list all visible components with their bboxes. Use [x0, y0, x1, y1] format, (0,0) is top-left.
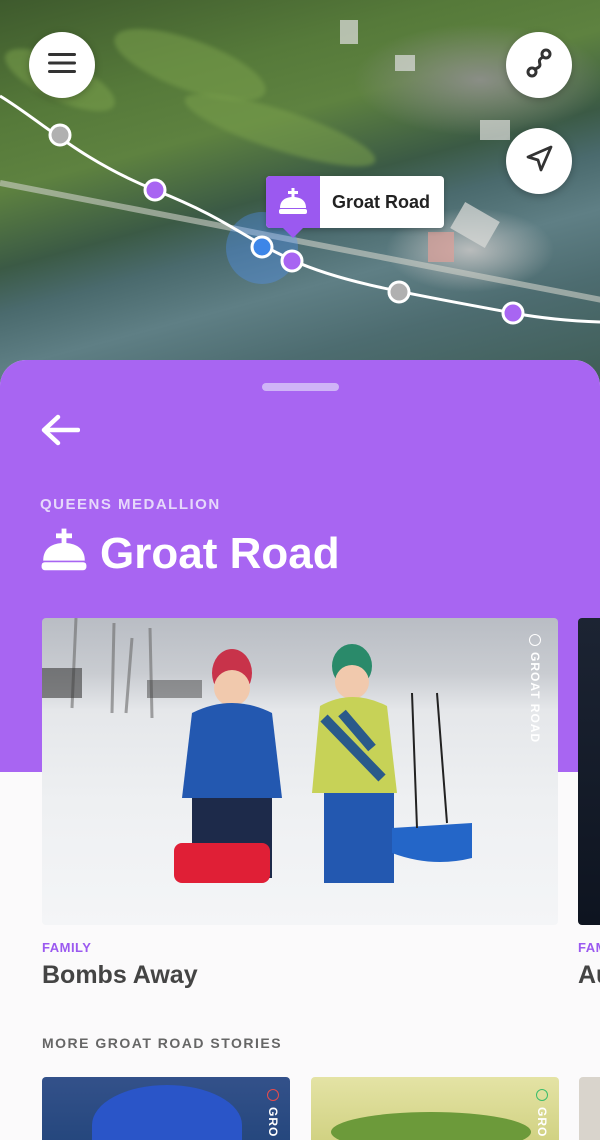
menu-button[interactable]	[29, 32, 95, 98]
arrow-left-icon	[40, 414, 81, 452]
story-card[interactable]: GROAT ROAD	[42, 618, 558, 925]
story-photo	[92, 1085, 242, 1140]
map-marker-callout[interactable]: Groat Road	[266, 176, 445, 238]
back-button[interactable]	[40, 412, 84, 448]
story-card[interactable]	[578, 618, 600, 925]
story-title[interactable]: Au	[578, 961, 600, 990]
sheet-drag-handle[interactable]	[262, 383, 339, 391]
tag-dot	[529, 634, 541, 646]
more-stories-heading: MORE GROAT ROAD STORIES	[42, 1035, 283, 1051]
route-stop[interactable]	[501, 301, 525, 325]
route-stop-visited[interactable]	[48, 123, 72, 147]
tag-dot	[267, 1089, 279, 1101]
story-tag: GRO	[266, 1089, 280, 1137]
story-tag-label: GROAT ROAD	[528, 652, 542, 744]
story-tag: GROAT ROAD	[528, 634, 542, 743]
section-eyebrow: QUEENS MEDALLION	[40, 496, 221, 513]
route-stop-visited[interactable]	[387, 280, 411, 304]
locate-button[interactable]	[506, 128, 572, 194]
route-button[interactable]	[506, 32, 572, 98]
story-tag: GRO	[535, 1089, 549, 1137]
route-stop-selected[interactable]	[280, 249, 304, 273]
route-icon	[524, 48, 554, 83]
story-category: FAM	[578, 940, 600, 955]
page-title-row: Groat Road	[40, 528, 340, 579]
marker-label: Groat Road	[332, 192, 431, 212]
story-photo	[578, 618, 600, 925]
story-tag-label: GRO	[266, 1107, 280, 1138]
medallion-crown-icon	[266, 176, 320, 238]
detail-sheet[interactable]: QUEENS MEDALLION Groat Road GROAT ROAD F…	[0, 360, 600, 1140]
medallion-crown-icon	[40, 528, 88, 579]
story-category: FAMILY	[42, 940, 92, 955]
map-view[interactable]: Groat Road	[0, 0, 600, 400]
route-stop[interactable]	[143, 178, 167, 202]
story-tag-label: GRO	[535, 1107, 549, 1138]
more-story-card[interactable]: GRO	[42, 1077, 290, 1140]
more-story-card[interactable]: GRO	[311, 1077, 559, 1140]
story-photo: GROAT ROAD	[42, 618, 558, 925]
hamburger-icon	[48, 52, 76, 79]
more-story-card[interactable]	[579, 1077, 600, 1140]
story-title[interactable]: Bombs Away	[42, 961, 198, 990]
current-location-dot	[250, 235, 274, 259]
tag-dot	[536, 1089, 548, 1101]
page-title: Groat Road	[100, 528, 340, 578]
navigation-arrow-icon	[524, 144, 554, 179]
